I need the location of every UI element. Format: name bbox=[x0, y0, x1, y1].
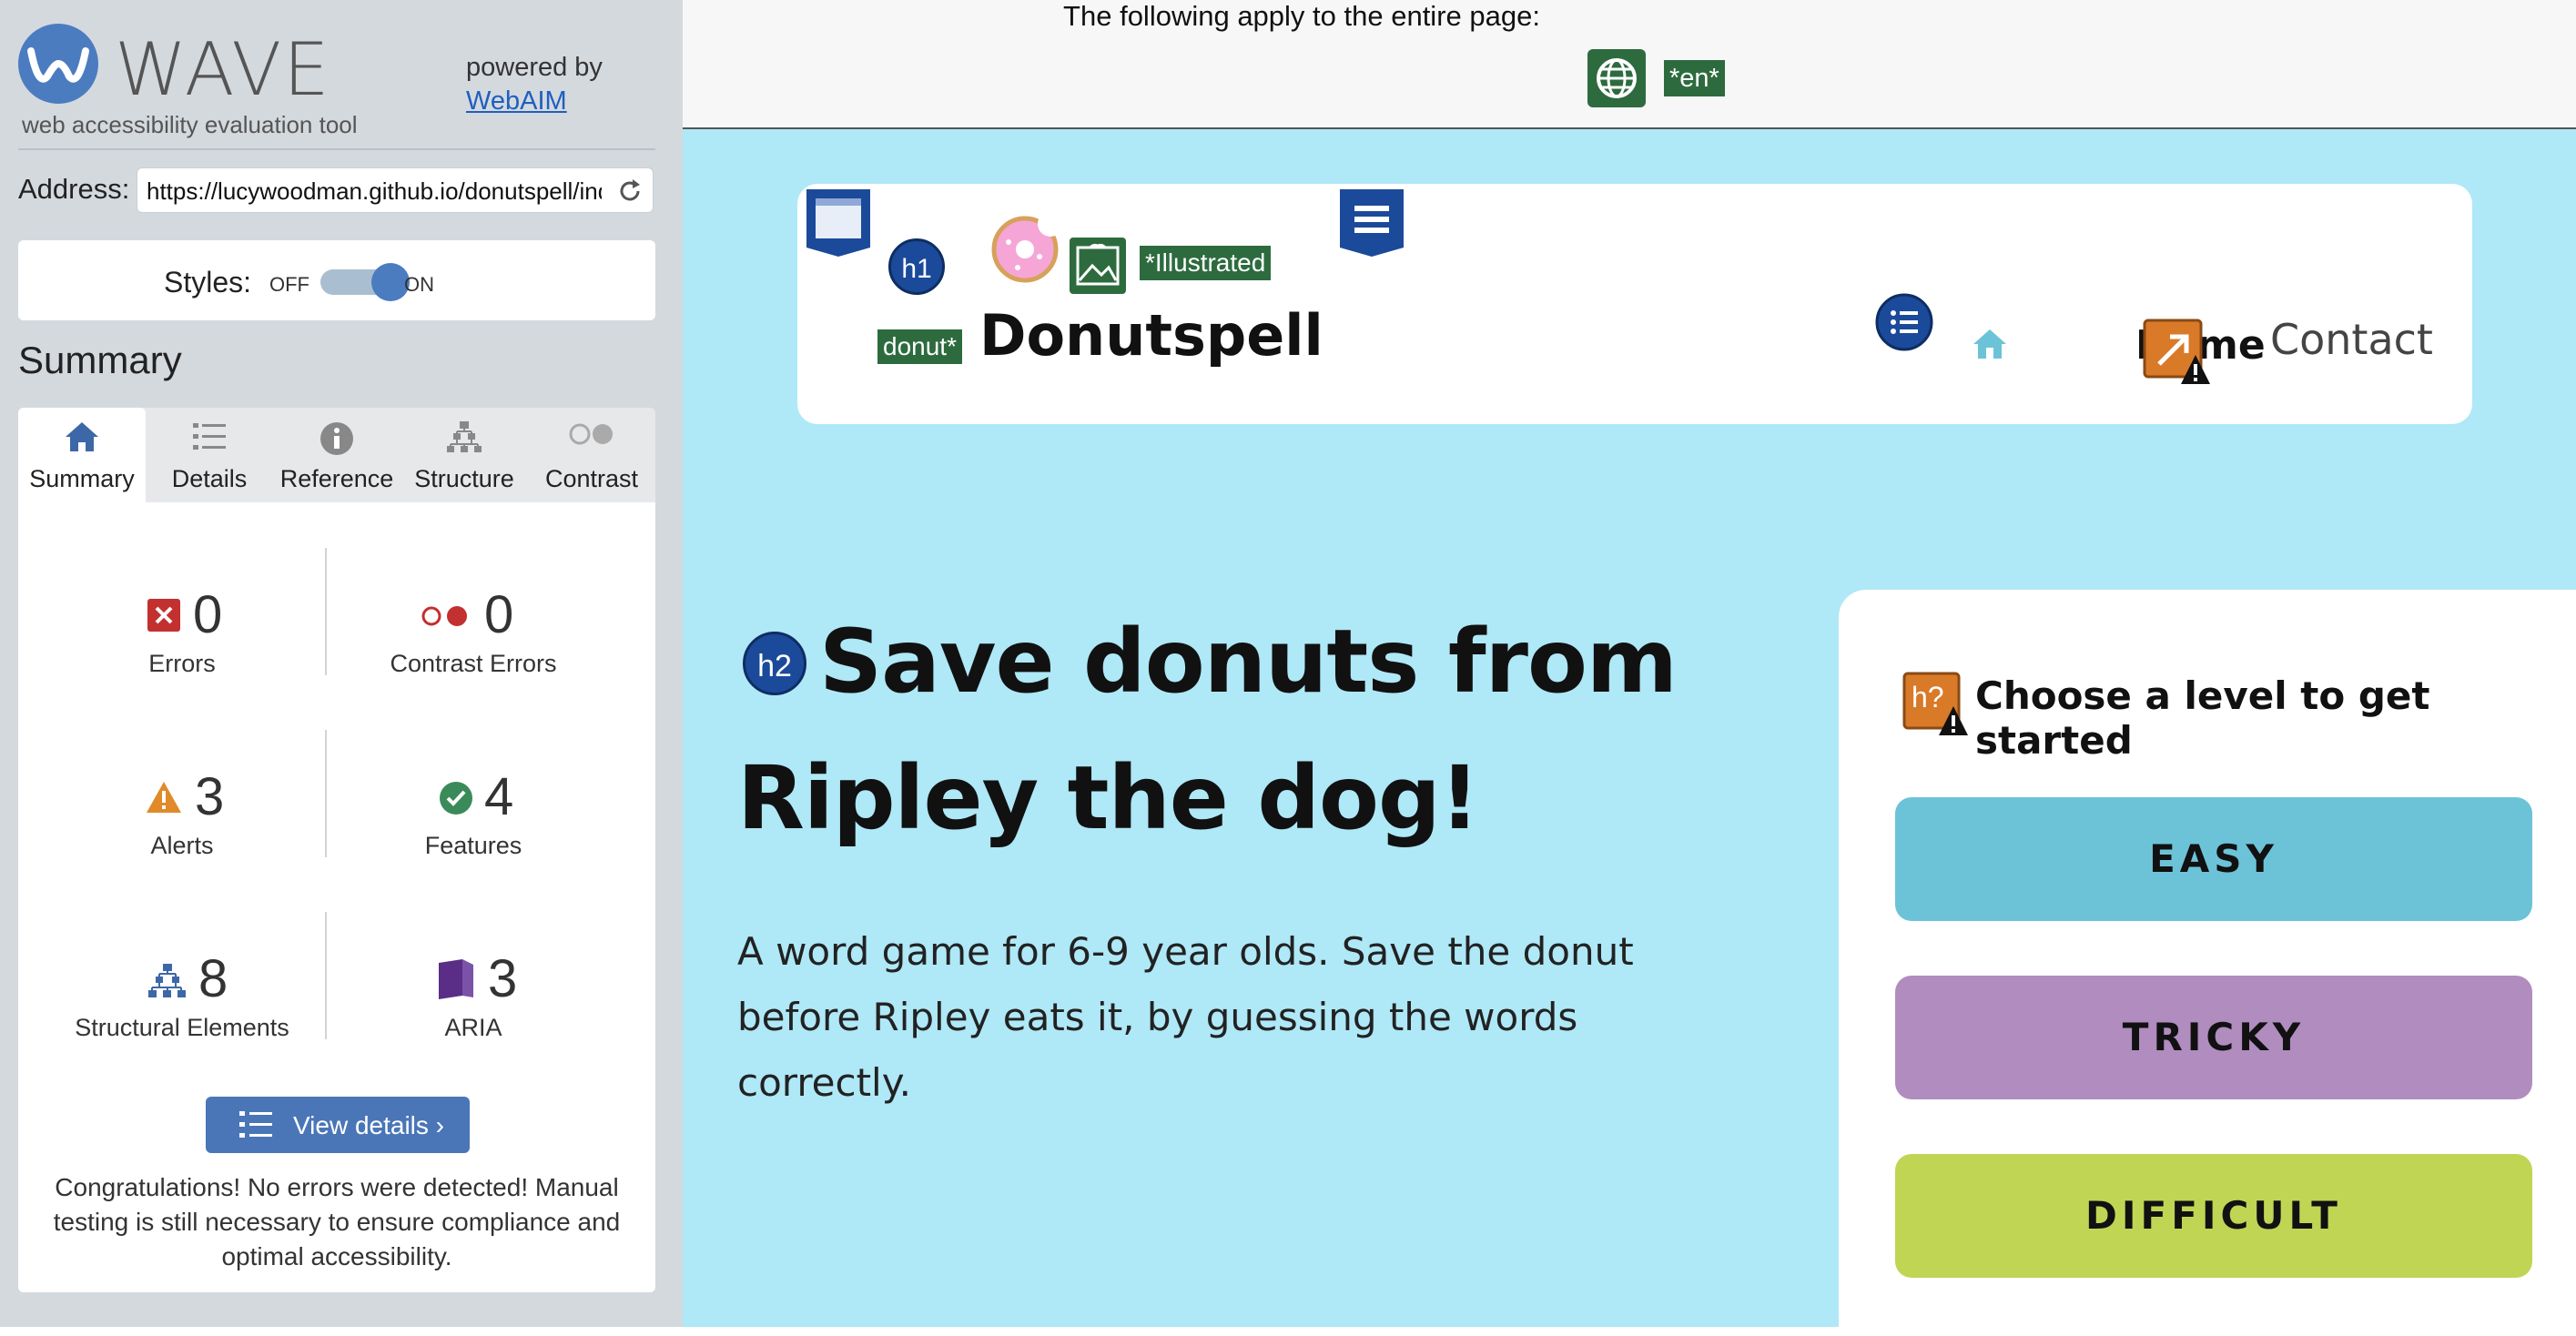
structure-icon bbox=[447, 421, 482, 452]
aria-count: 3 bbox=[488, 949, 518, 1008]
structure-icon bbox=[148, 964, 186, 997]
info-icon bbox=[320, 422, 353, 455]
tab-structure[interactable]: Structure bbox=[401, 408, 528, 502]
structural-count: 8 bbox=[198, 949, 228, 1008]
styles-toggle-panel: Styles: OFF ON bbox=[18, 240, 655, 320]
wave-title: WAVE bbox=[115, 27, 331, 112]
aria-icon bbox=[439, 959, 473, 999]
redundant-link-alert-icon[interactable] bbox=[2143, 319, 2210, 386]
address-label: Address: bbox=[18, 173, 130, 205]
tab-summary[interactable]: Summary bbox=[18, 408, 146, 502]
wave-tabs: Summary Details Reference Structure Cont… bbox=[18, 408, 655, 502]
tab-details[interactable]: Details bbox=[146, 408, 273, 502]
home-icon bbox=[66, 422, 98, 451]
styles-label: Styles: bbox=[164, 266, 252, 299]
aria-label: ARIA bbox=[444, 1014, 502, 1041]
divider bbox=[18, 148, 655, 150]
tab-label: Reference bbox=[279, 465, 394, 492]
tricky-level-button[interactable]: TRICKY bbox=[1895, 976, 2532, 1099]
reload-icon[interactable] bbox=[616, 177, 644, 205]
tab-label: Contrast bbox=[544, 465, 639, 492]
wave-sidebar: WAVE web accessibility evaluation tool p… bbox=[0, 0, 683, 1327]
navigation-region-icon[interactable] bbox=[1340, 189, 1404, 257]
site-header: h1 *Illustrated donut* Donutspell Contac… bbox=[797, 184, 2472, 424]
alerts-label: Alerts bbox=[150, 832, 214, 859]
globe-icon[interactable] bbox=[1587, 49, 1646, 107]
tab-label: Details bbox=[171, 465, 248, 492]
linked-image-icon[interactable] bbox=[1069, 237, 1127, 295]
easy-level-button[interactable]: EASY bbox=[1895, 797, 2532, 921]
features-label: Features bbox=[424, 832, 522, 859]
view-details-label: View details › bbox=[293, 1111, 445, 1139]
powered-by-text: powered by bbox=[466, 53, 603, 82]
view-details-button[interactable]: View details › bbox=[206, 1097, 470, 1153]
tab-contrast[interactable]: Contrast bbox=[528, 408, 655, 502]
home-icon bbox=[1973, 329, 2006, 359]
summary-panel: 0 Errors 0 Contrast Errors 3 Alerts 4 Fe… bbox=[18, 502, 655, 1292]
level-selection-card: h? Choose a level to get started EASY TR… bbox=[1839, 590, 2576, 1336]
address-value[interactable]: https://lucywoodman.github.io/donutspell… bbox=[147, 177, 602, 206]
contrast-icon bbox=[569, 423, 613, 445]
hero-description: A word game for 6-9 year olds. Save the … bbox=[737, 929, 1634, 1105]
list-badge-icon[interactable] bbox=[1875, 293, 1933, 351]
difficult-level-button[interactable]: DIFFICULT bbox=[1895, 1154, 2532, 1278]
errors-count: 0 bbox=[193, 585, 223, 644]
nav-link-contact[interactable]: Contact bbox=[2270, 315, 2433, 364]
summary-heading: Summary bbox=[18, 339, 182, 381]
language-tag[interactable]: *en* bbox=[1664, 60, 1725, 96]
contrast-errors-label: Contrast Errors bbox=[390, 650, 557, 677]
alerts-count: 3 bbox=[195, 767, 225, 826]
styles-off-label: OFF bbox=[269, 273, 309, 296]
tab-reference[interactable]: Reference bbox=[273, 408, 401, 502]
tab-label: Structure bbox=[414, 465, 514, 492]
webaim-link[interactable]: WebAIM bbox=[466, 86, 567, 116]
wave-subtitle: web accessibility evaluation tool bbox=[22, 111, 358, 138]
powered-by: powered by WebAIM bbox=[466, 51, 603, 118]
banner-text: The following apply to the entire page: bbox=[1063, 0, 1540, 32]
alert-icon bbox=[147, 782, 181, 813]
page-preview: The following apply to the entire page: … bbox=[683, 0, 2576, 1336]
page-level-banner: The following apply to the entire page: … bbox=[683, 0, 2576, 129]
hero-heading: Save donuts from Ripley the dog! bbox=[737, 593, 1757, 866]
list-icon bbox=[239, 1111, 272, 1138]
hero-heading-text: Save donuts from Ripley the dog! bbox=[737, 611, 1678, 849]
styles-on-label: ON bbox=[404, 273, 434, 296]
contrast-errors-count: 0 bbox=[484, 585, 514, 644]
wave-logo-icon bbox=[18, 24, 98, 104]
features-count: 4 bbox=[484, 767, 514, 826]
alt-text-end-tag[interactable]: donut* bbox=[877, 329, 962, 364]
address-field[interactable]: https://lucywoodman.github.io/donutspell… bbox=[137, 167, 654, 213]
congrats-message: Congratulations! No errors were detected… bbox=[53, 1173, 621, 1270]
contrast-error-icon bbox=[421, 606, 467, 626]
h1-badge[interactable]: h1 bbox=[888, 238, 945, 295]
site-title[interactable]: Donutspell bbox=[979, 302, 1323, 369]
feature-icon bbox=[440, 782, 472, 815]
structural-label: Structural Elements bbox=[75, 1014, 289, 1041]
donut-logo-icon bbox=[991, 215, 1060, 283]
errors-label: Errors bbox=[148, 650, 216, 677]
alt-text-tag[interactable]: *Illustrated bbox=[1140, 246, 1272, 280]
error-icon bbox=[147, 599, 180, 632]
tab-label: Summary bbox=[29, 465, 135, 492]
list-icon bbox=[193, 423, 226, 450]
header-region-icon[interactable] bbox=[806, 189, 870, 257]
level-heading: Choose a level to get started bbox=[1975, 673, 2430, 763]
heading-badge-label: h? bbox=[1912, 681, 1944, 714]
